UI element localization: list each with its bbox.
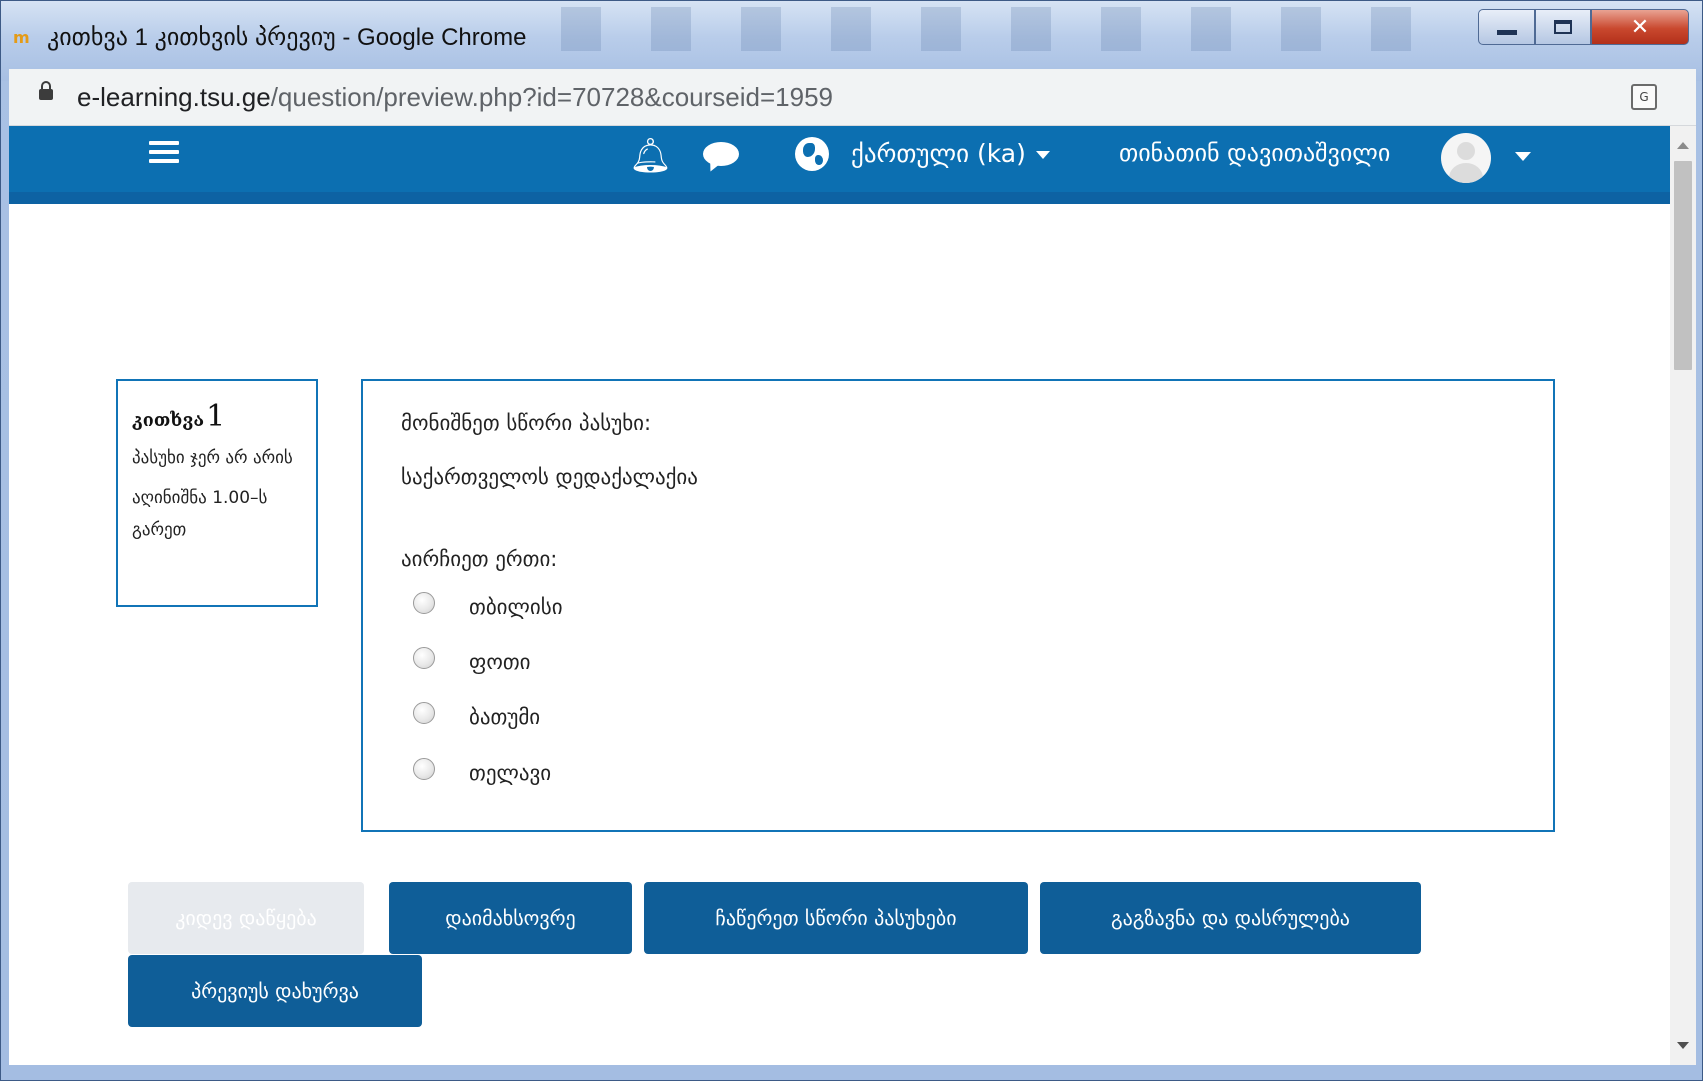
hamburger-icon[interactable] [149,141,179,165]
scroll-up-arrow-icon[interactable] [1677,142,1689,149]
select-one-label: აირჩიეთ ერთი: [401,547,558,571]
app-icon: m [13,28,30,47]
taskbar-reflection [561,7,1461,51]
url-field[interactable]: e-learning.tsu.ge/question/preview.php?i… [77,82,833,113]
scroll-down-arrow-icon[interactable] [1677,1042,1689,1049]
page-viewport: 🔔︎ ქართული (ka) თინათინ დავითაშვილი კითხ… [9,126,1670,1065]
radio-button[interactable] [413,758,435,780]
maximize-icon [1554,20,1572,34]
avatar[interactable] [1441,133,1491,183]
window-bottom-border [9,1065,1696,1074]
radio-button[interactable] [413,592,435,614]
option-label: თელავი [469,761,552,785]
chevron-down-icon [1035,151,1050,159]
option-label: ბათუმი [469,705,541,729]
question-info-box: კითხვა 1 პასუხი ჯერ არ არის აღინიშნა 1.00… [116,379,318,607]
mark-info: აღინიშნა 1.00–ს გარეთ [132,488,268,540]
question-number: 1 [206,399,226,434]
window-title: კითხვა 1 კითხვის პრევიუ - Google Chrome [47,24,527,51]
answer-option[interactable]: თბილისი [413,589,563,625]
maximize-button[interactable] [1535,9,1591,45]
submit-finish-button[interactable]: გაგზავნა და დასრულება [1040,882,1421,954]
fill-correct-button[interactable]: ჩაწერეთ სწორი პასუხები [644,882,1028,954]
question-prompt: მონიშნეთ სწორი პასუხი: [401,411,652,435]
top-navbar: 🔔︎ ქართული (ka) თინათინ დავითაშვილი [9,126,1670,204]
globe-icon[interactable] [795,137,829,171]
close-window-button[interactable]: ✕ [1591,9,1689,45]
close-preview-button[interactable]: პრევიუს დახურვა [128,955,422,1027]
question-word: კითხვა [132,410,205,431]
save-button[interactable]: დაიმახსოვრე [389,882,632,954]
question-number-heading: კითხვა 1 [132,399,302,434]
address-bar[interactable]: e-learning.tsu.ge/question/preview.php?i… [9,69,1696,126]
minimize-icon [1496,29,1517,35]
answer-option[interactable]: ფოთი [413,644,531,680]
answer-option[interactable]: ბათუმი [413,699,540,735]
url-path: /question/preview.php?id=70728&courseid=… [270,82,834,112]
option-label: თბილისი [469,595,563,619]
minimize-button[interactable] [1478,9,1535,45]
language-label: ქართული (ka) [851,139,1026,168]
radio-button[interactable] [413,702,435,724]
bell-icon[interactable]: 🔔︎ [629,136,672,176]
question-content-box: მონიშნეთ სწორი პასუხი: საქართველოს დედაქ… [361,379,1555,832]
chat-icon[interactable] [703,142,739,174]
user-name[interactable]: თინათინ დავითაშვილი [1119,139,1390,167]
radio-button[interactable] [413,647,435,669]
close-icon: ✕ [1630,14,1650,40]
browser-window: m კითხვა 1 კითხვის პრევიუ - Google Chrom… [0,0,1703,1081]
answer-status: პასუხი ჯერ არ არის [132,448,293,468]
url-host: e-learning.tsu.ge [77,82,271,112]
answer-option[interactable]: თელავი [413,755,551,791]
vertical-scrollbar[interactable] [1670,126,1696,1065]
scroll-thumb[interactable] [1674,161,1692,370]
language-menu[interactable]: ქართული (ka) [851,139,1050,168]
translate-icon[interactable]: G [1631,84,1657,110]
restart-button[interactable]: კიდევ დაწყება [128,882,364,954]
lock-icon[interactable] [39,81,53,100]
user-menu-chevron-down-icon[interactable] [1515,152,1531,161]
option-label: ფოთი [469,650,531,674]
question-stem: საქართველოს დედაქალაქია [401,465,698,489]
